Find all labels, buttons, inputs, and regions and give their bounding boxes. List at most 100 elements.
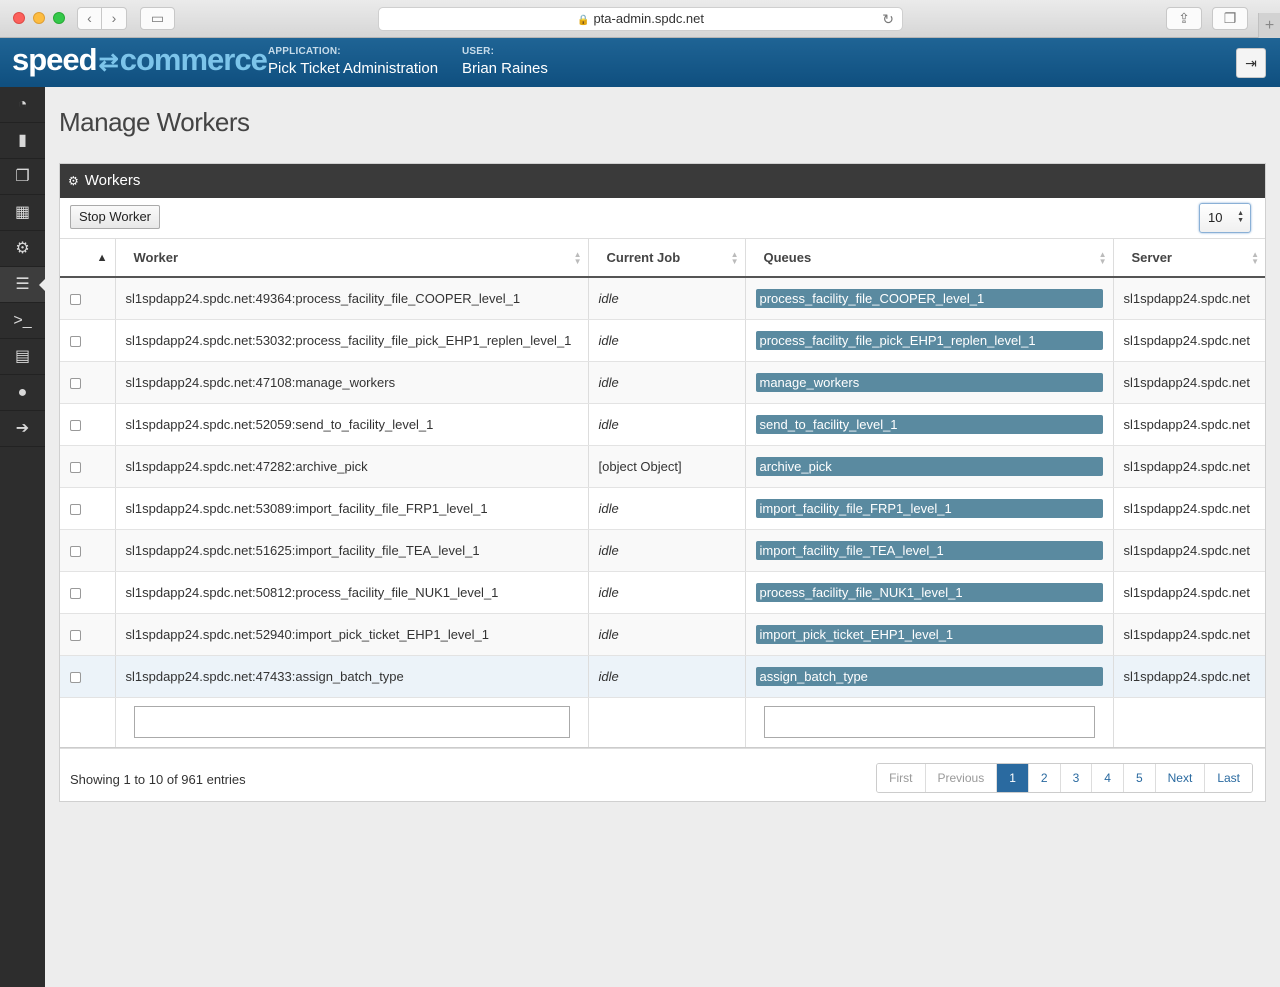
logout-button[interactable]: ⇥ [1236,48,1266,78]
application-name: Pick Ticket Administration [268,60,439,77]
worker-cell: sl1spdapp24.spdc.net:51625:import_facili… [115,529,589,572]
tabs-icon: ❐ [1223,10,1237,26]
queue-badge: process_facility_file_NUK1_level_1 [755,582,1103,602]
chevron-left-icon: ‹ [87,10,92,26]
reload-icon[interactable]: ↻ [882,8,894,30]
current-job-cell: idle [588,487,746,530]
page-last[interactable]: Last [1204,763,1252,792]
table-toolbar: Stop Worker 10 ▲ ▼ [60,198,1265,239]
plus-icon: + [1264,17,1275,34]
stop-worker-button[interactable]: Stop Worker [70,205,161,229]
queue-badge: process_facility_file_COOPER_level_1 [755,288,1103,308]
table-row[interactable]: sl1spdapp24.spdc.net:50812:process_facil… [60,571,1265,614]
forward-button[interactable]: › [102,7,127,30]
left-sidebar: ◔ ▮ ❐ ▦ ⚙ ☰ >_ ▤ ● ➔ [0,87,46,987]
row-checkbox[interactable] [70,461,81,473]
nav-files[interactable]: ❐ [0,159,45,195]
queue-badge: assign_batch_type [755,666,1103,686]
sign-out-icon: ⇥ [1245,55,1257,71]
select-column-header[interactable]: ▲ [60,239,116,278]
panel-title: Workers [84,172,141,189]
building-icon: ▦ [14,204,31,221]
document-icon: ▤ [14,348,31,365]
row-checkbox[interactable] [70,293,81,305]
page-2[interactable]: 2 [1027,763,1060,792]
nav-server[interactable]: ☰ [0,267,46,303]
sort-icon: ▲ ▼ [573,250,582,266]
table-row[interactable]: sl1spdapp24.spdc.net:47282:archive_pick … [60,445,1265,488]
browser-toolbar: ‹ › ▭ 🔒 pta-admin.spdc.net ↻ ⇪ ❐ + [0,0,1280,38]
application-info: APPLICATION: Pick Ticket Administration [268,46,438,77]
address-bar[interactable]: 🔒 pta-admin.spdc.net ↻ [378,7,903,31]
nav-file[interactable]: ▮ [0,123,45,159]
user-info: USER: Brian Raines [462,46,548,77]
tab-overview-button[interactable]: ❐ [1212,7,1248,30]
worker-cell: sl1spdapp24.spdc.net:47108:manage_worker… [115,361,589,404]
page-length-select[interactable]: 10 ▲ ▼ [1199,203,1251,233]
server-cell: sl1spdapp24.spdc.net [1113,613,1265,656]
row-checkbox[interactable] [70,419,81,431]
row-checkbox[interactable] [70,335,81,347]
row-checkbox[interactable] [70,545,81,557]
queue-badge: import_facility_file_FRP1_level_1 [755,498,1103,518]
nav-terminal[interactable]: >_ [0,303,45,339]
row-checkbox[interactable] [70,377,81,389]
table-row[interactable]: sl1spdapp24.spdc.net:47108:manage_worker… [60,361,1265,404]
workers-panel: ⚙ Workers Stop Worker 10 ▲ ▼ ▲ Worker ▲ ▼ Cu… [59,163,1266,802]
server-column-header[interactable]: Server ▲ ▼ [1113,239,1265,278]
queues-column-header[interactable]: Queues ▲ ▼ [745,239,1114,278]
page-1[interactable]: 1 [996,763,1028,792]
back-button[interactable]: ‹ [77,7,102,30]
table-row[interactable]: sl1spdapp24.spdc.net:53089:import_facili… [60,487,1265,530]
table-row[interactable]: sl1spdapp24.spdc.net:47433:assign_batch_… [60,655,1265,698]
table-row[interactable]: sl1spdapp24.spdc.net:49364:process_facil… [60,277,1265,320]
page-previous[interactable]: Previous [924,763,997,792]
table-row[interactable]: sl1spdapp24.spdc.net:52059:send_to_facil… [60,403,1265,446]
queue-badge: manage_workers [755,372,1103,392]
row-checkbox[interactable] [70,629,81,641]
brand-logo[interactable]: speed⇄commerce [12,42,268,78]
main-content: Manage Workers ⚙ Workers Stop Worker 10 ▲… [45,87,1280,987]
new-tab-button[interactable]: + [1258,13,1280,38]
arrow-circle-right-icon: ➔ [15,420,30,437]
table-row[interactable]: sl1spdapp24.spdc.net:51625:import_facili… [60,529,1265,572]
nav-gears[interactable]: ⚙ [0,231,45,267]
minimize-window-button[interactable] [33,12,45,24]
worker-filter-input[interactable] [133,706,570,738]
page-title: Manage Workers [59,107,250,137]
row-checkbox[interactable] [70,587,81,599]
page-4[interactable]: 4 [1091,763,1123,792]
table-row[interactable]: sl1spdapp24.spdc.net:52940:import_pick_t… [60,613,1265,656]
sidebar-toggle-button[interactable]: ▭ [140,7,175,30]
page-next[interactable]: Next [1154,763,1205,792]
dashboard-icon: ◔ [17,96,28,113]
page-5[interactable]: 5 [1122,763,1155,792]
table-body: sl1spdapp24.spdc.net:49364:process_facil… [60,277,1265,748]
current-job-column-header[interactable]: Current Job ▲ ▼ [588,239,746,278]
nav-sign-out[interactable]: ➔ [0,411,45,447]
share-button[interactable]: ⇪ [1166,7,1202,30]
gears-icon: ⚙ [15,240,30,257]
server-cell: sl1spdapp24.spdc.net [1113,529,1265,572]
url-text: pta-admin.spdc.net [593,11,705,26]
table-row[interactable]: sl1spdapp24.spdc.net:53032:process_facil… [60,319,1265,362]
nav-dashboard[interactable]: ◔ [0,87,45,123]
current-job-cell: [object Object] [588,445,746,488]
worker-cell: sl1spdapp24.spdc.net:49364:process_facil… [115,277,589,320]
select-arrows-icon: ▲ ▼ [1237,210,1244,224]
share-icon: ⇪ [1178,10,1190,26]
nav-building[interactable]: ▦ [0,195,45,231]
sort-asc-icon: ▲ [96,251,108,264]
row-checkbox[interactable] [70,671,81,683]
zoom-window-button[interactable] [53,12,65,24]
sidebar-icon: ▭ [150,10,165,26]
row-checkbox[interactable] [70,503,81,515]
nav-user[interactable]: ● [0,375,45,411]
nav-document[interactable]: ▤ [0,339,45,375]
queue-filter-input[interactable] [763,706,1095,738]
page-3[interactable]: 3 [1059,763,1092,792]
worker-column-header[interactable]: Worker ▲ ▼ [115,239,589,278]
queue-badge: archive_pick [755,456,1103,476]
page-first[interactable]: First [877,763,925,792]
close-window-button[interactable] [13,12,25,24]
